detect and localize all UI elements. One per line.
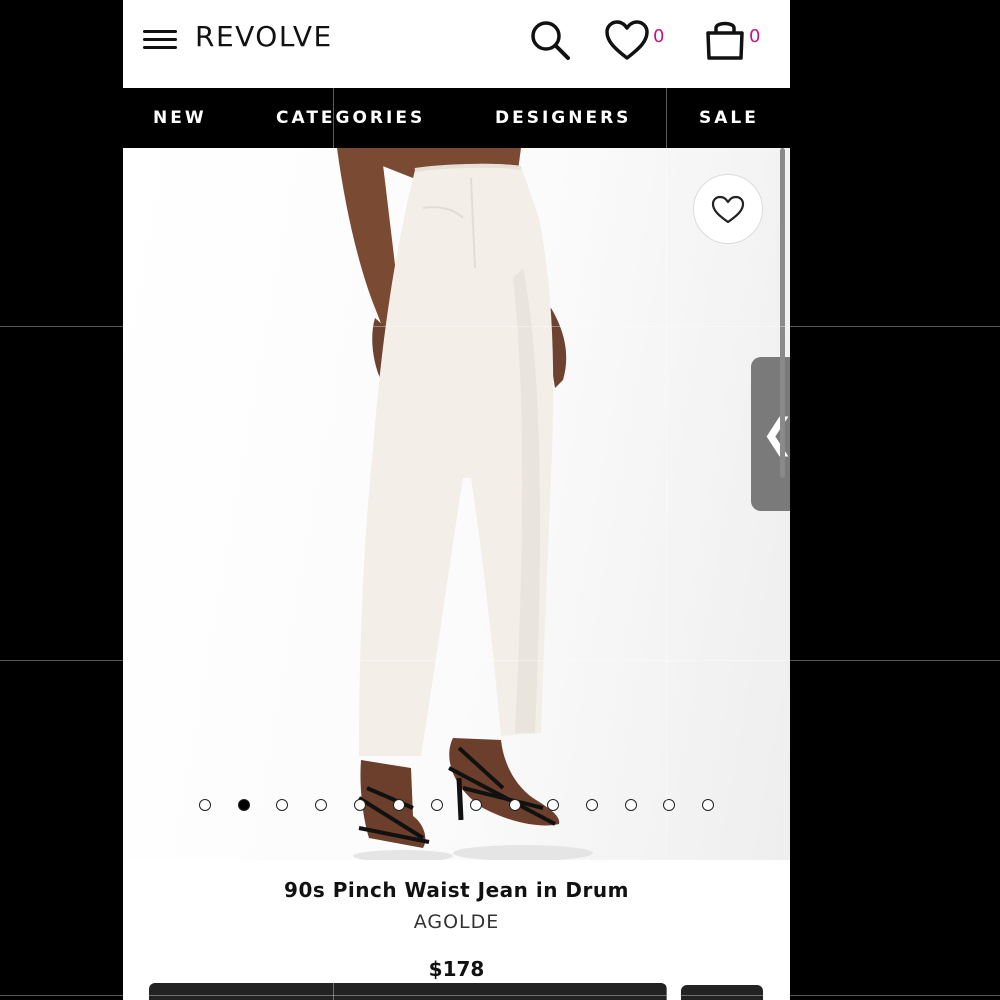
carousel-dot[interactable] [509, 799, 521, 811]
carousel-dot[interactable] [199, 799, 211, 811]
heart-icon [711, 195, 745, 224]
product-brand[interactable]: AGOLDE [123, 911, 790, 933]
top-bar: REVOLVE 0 0 [123, 0, 790, 88]
carousel-dot[interactable] [625, 799, 637, 811]
cart-count: 0 [749, 26, 761, 47]
carousel-dot[interactable] [586, 799, 598, 811]
main-nav: NEW CATEGORIES DESIGNERS SALE [123, 88, 790, 148]
favorite-button[interactable] [693, 174, 763, 244]
chevron-left-icon: ❮ [761, 407, 790, 461]
product-price: $178 [428, 957, 485, 981]
nav-item-new[interactable]: NEW [153, 88, 207, 148]
product-title: 90s Pinch Waist Jean in Drum [284, 878, 629, 902]
grid-line [0, 326, 1000, 327]
wishlist-count: 0 [653, 26, 665, 47]
carousel-dot[interactable] [315, 799, 327, 811]
carousel-dot[interactable] [702, 799, 714, 811]
carousel-dot[interactable] [276, 799, 288, 811]
nav-item-sale[interactable]: SALE [699, 88, 759, 148]
carousel-dot[interactable] [354, 799, 366, 811]
grid-line [333, 0, 334, 1000]
carousel-dot[interactable] [470, 799, 482, 811]
carousel-dot[interactable] [663, 799, 675, 811]
carousel-dot[interactable] [393, 799, 405, 811]
grid-line [0, 995, 1000, 996]
secondary-action-button[interactable] [681, 985, 763, 1000]
nav-item-categories[interactable]: CATEGORIES [276, 88, 425, 148]
carousel-dot[interactable] [238, 799, 250, 811]
menu-icon[interactable] [143, 28, 177, 50]
grid-line [666, 0, 667, 1000]
scrollbar[interactable] [780, 148, 785, 478]
carousel-dot[interactable] [547, 799, 559, 811]
search-icon[interactable] [528, 18, 572, 66]
wishlist-heart-icon[interactable] [604, 20, 650, 66]
carousel-dot[interactable] [431, 799, 443, 811]
add-to-bag-button[interactable] [149, 983, 667, 1000]
grid-line [0, 660, 1000, 661]
bag-icon[interactable] [703, 17, 747, 65]
product-image[interactable] [123, 148, 790, 860]
nav-item-designers[interactable]: DESIGNERS [495, 88, 631, 148]
brand-logo[interactable]: REVOLVE [195, 20, 333, 53]
mobile-viewport: REVOLVE 0 0 NEW CATEGORIES DESIGNERS SAL… [123, 0, 790, 1000]
product-photo [337, 148, 593, 860]
